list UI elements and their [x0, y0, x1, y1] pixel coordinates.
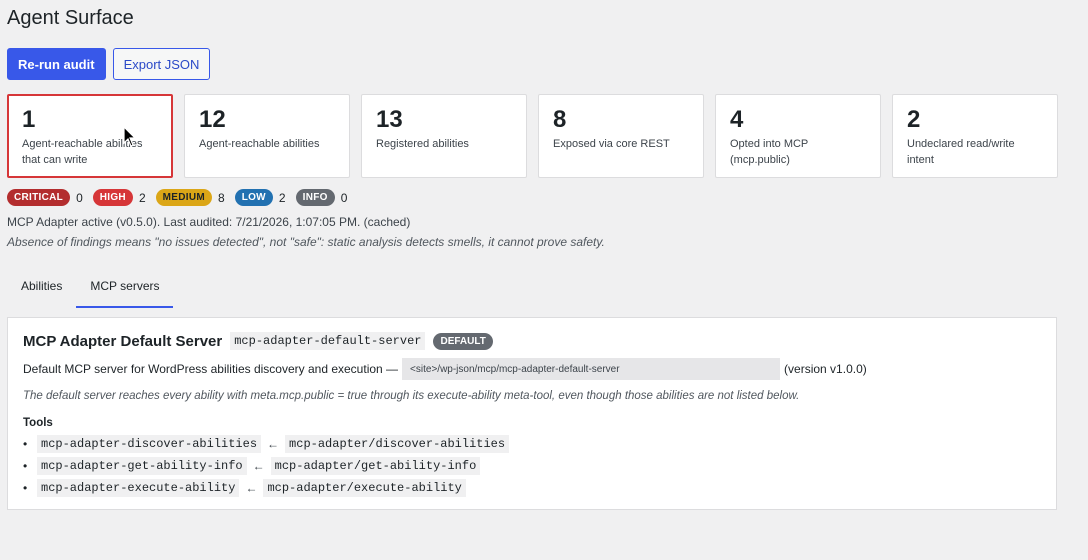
- toolbar: Re-run audit Export JSON: [7, 48, 211, 80]
- ability-name: mcp-adapter/get-ability-info: [270, 457, 481, 475]
- card-agent-reachable[interactable]: 12 Agent-reachable abilities: [184, 94, 350, 178]
- left-arrow-icon: ←: [252, 459, 265, 473]
- left-arrow-icon: ←: [267, 437, 280, 451]
- card-core-rest[interactable]: 8 Exposed via core REST: [538, 94, 704, 178]
- bullet: •: [23, 481, 28, 495]
- low-count: 2: [278, 190, 286, 205]
- tool-name: mcp-adapter-execute-ability: [37, 479, 240, 497]
- critical-badge[interactable]: CRITICAL: [7, 189, 71, 206]
- critical-count: 0: [76, 190, 83, 205]
- server-description: Default MCP server for WordPress abiliti…: [23, 362, 399, 376]
- ability-name: mcp-adapter/execute-ability: [263, 479, 466, 497]
- tool-name: mcp-adapter-discover-abilities: [37, 435, 262, 453]
- tab-mcp-servers[interactable]: MCP servers: [76, 270, 174, 308]
- page-title: Agent Surface: [7, 7, 134, 29]
- audit-status: MCP Adapter active (v0.5.0). Last audite…: [7, 215, 411, 229]
- tools-heading: Tools: [23, 417, 53, 429]
- card-label: Exposed via core REST: [553, 138, 670, 150]
- card-value: 12: [199, 106, 226, 133]
- card-label: Opted into MCP (mcp.public): [730, 138, 809, 166]
- default-badge: DEFAULT: [433, 332, 493, 350]
- tab-abilities[interactable]: Abilities: [7, 270, 76, 308]
- high-badge[interactable]: HIGH: [92, 189, 133, 206]
- server-panel: MCP Adapter Default Server mcp-adapter-d…: [7, 317, 1057, 510]
- tool-name: mcp-adapter-get-ability-info: [37, 457, 247, 475]
- low-badge[interactable]: LOW: [234, 189, 273, 206]
- server-slug: mcp-adapter-default-server: [230, 332, 426, 350]
- card-label: Undeclared read/write intent: [907, 138, 1015, 166]
- server-name: MCP Adapter Default Server: [23, 332, 223, 350]
- export-json-button[interactable]: Export JSON: [112, 48, 211, 80]
- info-badge[interactable]: INFO: [295, 189, 335, 206]
- tools-list: • mcp-adapter-discover-abilities ← mcp-a…: [23, 433, 1041, 499]
- list-item: • mcp-adapter-discover-abilities ← mcp-a…: [23, 433, 1041, 455]
- tab-bar: Abilities MCP servers: [7, 270, 174, 308]
- server-note: The default server reaches every ability…: [23, 390, 800, 402]
- severity-summary: CRITICAL 0 HIGH 2 MEDIUM 8 LOW 2 INFO 0: [7, 189, 357, 206]
- bullet: •: [23, 437, 28, 451]
- medium-count: 8: [218, 190, 225, 205]
- list-item: • mcp-adapter-get-ability-info ← mcp-ada…: [23, 455, 1041, 477]
- card-value: 1: [22, 106, 36, 133]
- server-description-row: Default MCP server for WordPress abiliti…: [23, 358, 1041, 380]
- card-mcp-public[interactable]: 4 Opted into MCP (mcp.public): [715, 94, 881, 178]
- card-label: Agent-reachable abilities that can write: [22, 138, 143, 166]
- card-label: Agent-reachable abilities: [199, 138, 320, 150]
- card-undeclared-intent[interactable]: 2 Undeclared read/write intent: [892, 94, 1058, 178]
- bullet: •: [23, 459, 28, 473]
- card-writable-abilities[interactable]: 1 Agent-reachable abilities that can wri…: [7, 94, 173, 178]
- card-value: 13: [376, 106, 403, 133]
- card-value: 4: [730, 106, 744, 133]
- card-label: Registered abilities: [376, 138, 469, 150]
- safety-disclaimer: Absence of findings means "no issues det…: [7, 235, 605, 249]
- rerun-audit-button[interactable]: Re-run audit: [7, 48, 106, 80]
- info-count: 0: [340, 190, 348, 205]
- left-arrow-icon: ←: [245, 481, 258, 495]
- endpoint-url[interactable]: <site>/wp-json/mcp/mcp-adapter-default-s…: [402, 358, 781, 380]
- mouse-pointer-icon: [123, 126, 137, 147]
- card-registered[interactable]: 13 Registered abilities: [361, 94, 527, 178]
- ability-name: mcp-adapter/discover-abilities: [285, 435, 510, 453]
- card-value: 2: [907, 106, 921, 133]
- medium-badge[interactable]: MEDIUM: [155, 189, 212, 206]
- server-header: MCP Adapter Default Server mcp-adapter-d…: [23, 332, 1041, 350]
- server-version: (version v1.0.0): [784, 362, 867, 376]
- summary-cards: 1 Agent-reachable abilities that can wri…: [7, 94, 1058, 178]
- list-item: • mcp-adapter-execute-ability ← mcp-adap…: [23, 477, 1041, 499]
- high-count: 2: [138, 190, 146, 205]
- card-value: 8: [553, 106, 567, 133]
